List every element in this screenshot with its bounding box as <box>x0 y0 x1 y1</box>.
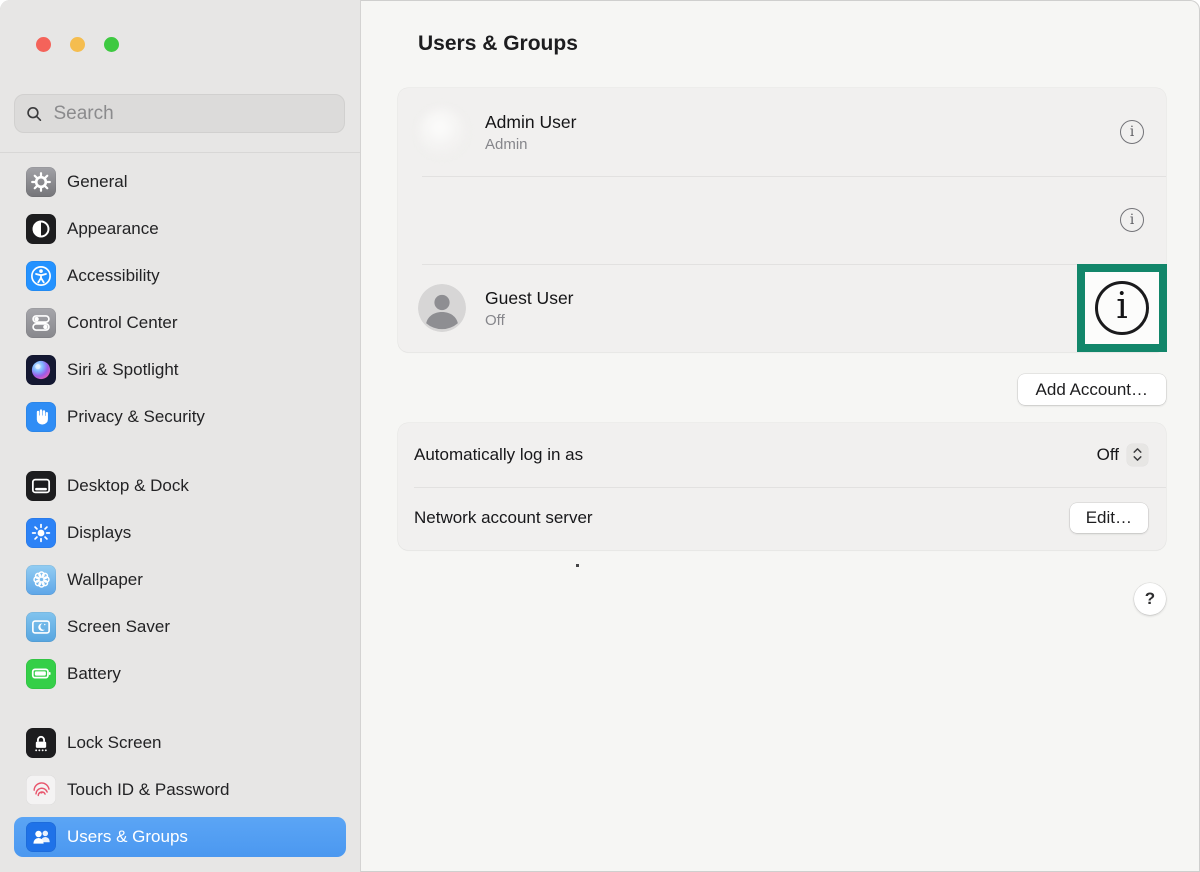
sidebar-item-accessibility[interactable]: Accessibility <box>14 252 346 299</box>
display-sun-icon <box>26 518 56 548</box>
gear-icon <box>26 167 56 197</box>
battery-icon <box>26 659 56 689</box>
sidebar-item-screen-saver[interactable]: Screen Saver <box>14 603 346 650</box>
accessibility-icon <box>26 261 56 291</box>
users-icon <box>26 822 56 852</box>
privacy-hand-icon <box>26 402 56 432</box>
sidebar-item-privacy-security[interactable]: Privacy & Security <box>14 393 346 440</box>
desktop-dock-icon <box>26 471 56 501</box>
sidebar-item-label: General <box>67 172 127 192</box>
setting-label: Network account server <box>414 508 593 528</box>
sidebar-item-label: Wallpaper <box>67 570 143 590</box>
search-field[interactable] <box>14 94 345 133</box>
info-icon[interactable]: i <box>1120 120 1144 144</box>
auto-login-dropdown[interactable]: Off <box>1097 444 1148 466</box>
sidebar-item-label: Lock Screen <box>67 733 162 753</box>
sidebar-item-general[interactable]: General <box>14 158 346 205</box>
minimize-window-button[interactable] <box>70 37 85 52</box>
sidebar-item-label: Battery <box>67 664 121 684</box>
search-input[interactable] <box>51 102 333 126</box>
user-list-card: Admin User Admin i i Guest User Off <box>398 88 1166 352</box>
appearance-icon <box>26 214 56 244</box>
sidebar-item-label: Touch ID & Password <box>67 780 230 800</box>
user-row-guest[interactable]: Guest User Off i <box>398 264 1166 352</box>
lock-icon <box>26 728 56 758</box>
screen-saver-icon <box>26 612 56 642</box>
add-account-button[interactable]: Add Account… <box>1018 374 1166 405</box>
sidebar-item-appearance[interactable]: Appearance <box>14 205 346 252</box>
highlight-callout: i <box>1077 264 1167 352</box>
sidebar-item-battery[interactable]: Battery <box>14 650 346 697</box>
info-icon[interactable]: i <box>1120 208 1144 232</box>
sidebar-item-displays[interactable]: Displays <box>14 509 346 556</box>
sidebar-divider <box>0 152 360 153</box>
guest-avatar <box>418 284 466 332</box>
sidebar-item-label: Privacy & Security <box>67 407 205 427</box>
help-button[interactable]: ? <box>1134 583 1166 615</box>
control-center-icon <box>26 308 56 338</box>
user-subtitle: Admin <box>485 136 576 153</box>
main-panel: Users & Groups Admin User Admin i i <box>362 0 1200 872</box>
sidebar-item-label: Users & Groups <box>67 827 188 847</box>
auto-login-row: Automatically log in as Off <box>398 423 1166 487</box>
sidebar-item-label: Control Center <box>67 313 178 333</box>
sidebar-item-touch-id-password[interactable]: Touch ID & Password <box>14 766 346 813</box>
sidebar-item-desktop-dock[interactable]: Desktop & Dock <box>14 462 346 509</box>
sidebar-item-control-center[interactable]: Control Center <box>14 299 346 346</box>
user-name: Admin User <box>485 112 576 133</box>
sidebar-item-label: Desktop & Dock <box>67 476 189 496</box>
sidebar: General Appearance <box>0 0 361 872</box>
sidebar-item-users-groups[interactable]: Users & Groups <box>14 817 346 857</box>
sidebar-item-label: Screen Saver <box>67 617 170 637</box>
sidebar-item-lock-screen[interactable]: Lock Screen <box>14 719 346 766</box>
system-settings-window: General Appearance <box>0 0 1200 872</box>
sidebar-item-label: Appearance <box>67 219 159 239</box>
setting-label: Automatically log in as <box>414 445 583 465</box>
wallpaper-flower-icon <box>26 565 56 595</box>
page-title: Users & Groups <box>418 30 1166 57</box>
login-settings-card: Automatically log in as Off Network acco… <box>398 423 1166 550</box>
user-name: Guest User <box>485 288 574 309</box>
search-icon <box>26 105 42 123</box>
sidebar-group-gap <box>14 697 346 719</box>
dropdown-value: Off <box>1097 445 1119 465</box>
user-row-redacted[interactable]: i <box>398 176 1166 264</box>
sidebar-nav: General Appearance <box>14 158 346 860</box>
sidebar-item-label: Siri & Spotlight <box>67 360 179 380</box>
user-row-admin[interactable]: Admin User Admin i <box>398 88 1166 176</box>
admin-avatar <box>418 108 466 156</box>
sidebar-group-gap <box>14 440 346 462</box>
network-account-server-row: Network account server Edit… <box>398 487 1166 551</box>
close-window-button[interactable] <box>36 37 51 52</box>
fingerprint-icon <box>26 775 56 805</box>
guest-info-icon[interactable]: i <box>1095 281 1149 335</box>
stray-dot <box>576 564 579 567</box>
user-subtitle: Off <box>485 312 574 329</box>
chevron-up-down-icon[interactable] <box>1127 444 1148 466</box>
sidebar-item-label: Displays <box>67 523 131 543</box>
sidebar-item-siri-spotlight[interactable]: Siri & Spotlight <box>14 346 346 393</box>
edit-button[interactable]: Edit… <box>1070 503 1148 533</box>
window-controls <box>36 37 119 52</box>
zoom-window-button[interactable] <box>104 37 119 52</box>
siri-icon <box>26 355 56 385</box>
sidebar-item-wallpaper[interactable]: Wallpaper <box>14 556 346 603</box>
sidebar-item-label: Accessibility <box>67 266 160 286</box>
